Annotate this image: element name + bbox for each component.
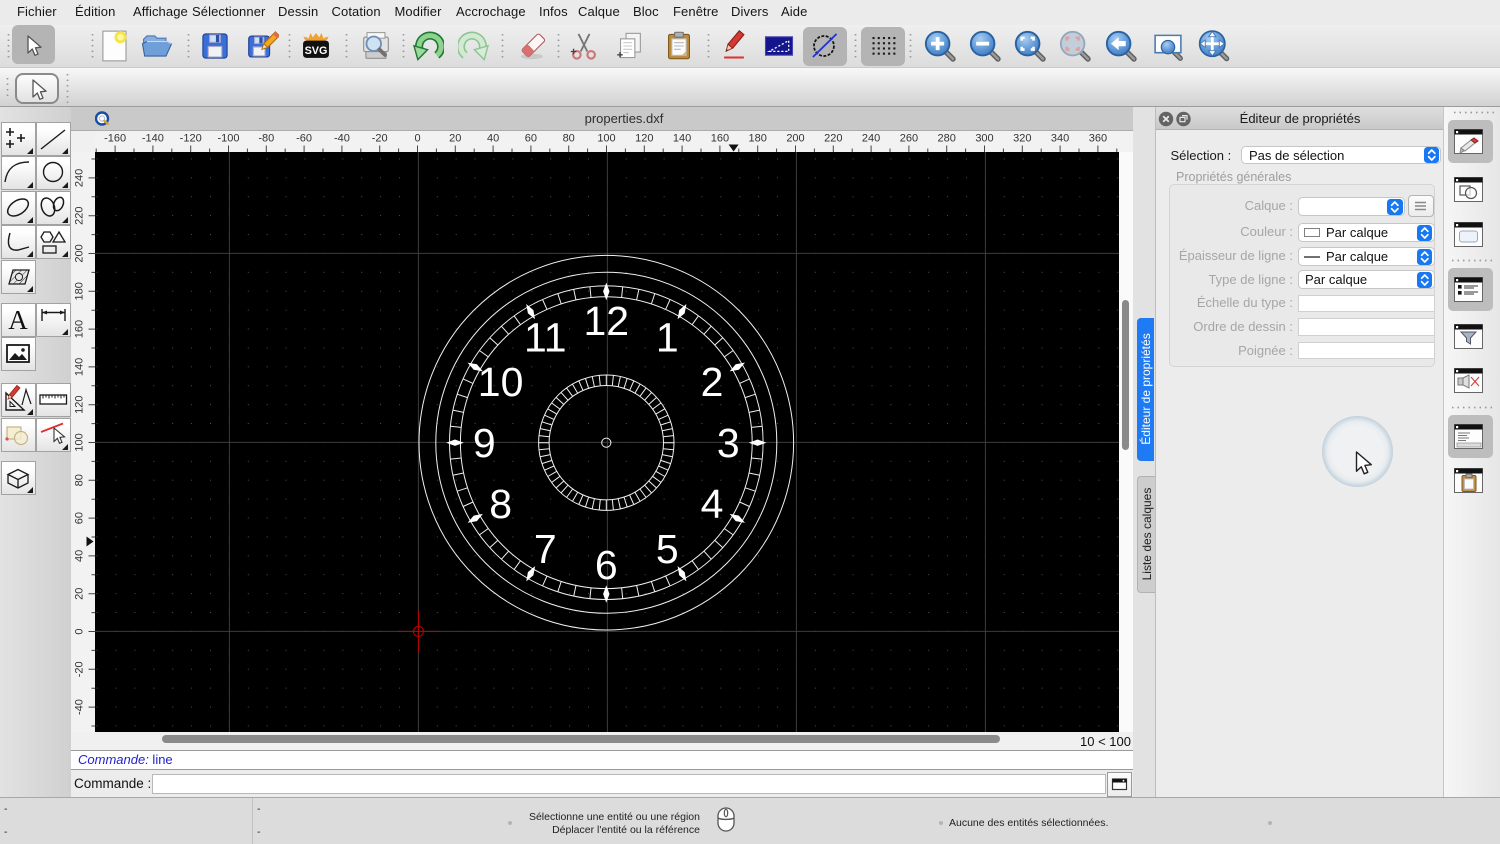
svg-text:180: 180	[73, 282, 85, 300]
svg-text:-100: -100	[217, 133, 239, 145]
svg-text:140: 140	[73, 358, 85, 376]
svg-text:20: 20	[449, 133, 461, 145]
svg-text:60: 60	[73, 512, 85, 524]
svg-text:-40: -40	[334, 133, 350, 145]
svg-text:360: 360	[1089, 133, 1107, 145]
svg-text:160: 160	[73, 320, 85, 338]
svg-text:6: 6	[595, 542, 618, 588]
svg-text:240: 240	[862, 133, 880, 145]
svg-text:120: 120	[73, 396, 85, 414]
svg-text:300: 300	[975, 133, 993, 145]
svg-text:40: 40	[487, 133, 499, 145]
svg-text:11: 11	[524, 315, 567, 361]
svg-text:-40: -40	[73, 699, 85, 715]
svg-text:220: 220	[824, 133, 842, 145]
svg-text:-80: -80	[258, 133, 274, 145]
svg-text:140: 140	[673, 133, 691, 145]
svg-text:SVG: SVG	[305, 45, 328, 57]
svg-text:2: 2	[701, 359, 724, 405]
svg-text:200: 200	[73, 244, 85, 262]
svg-text:0: 0	[414, 133, 420, 145]
svg-text:10: 10	[478, 359, 524, 405]
svg-text:-160: -160	[104, 133, 126, 145]
svg-text:120: 120	[635, 133, 653, 145]
svg-text:-120: -120	[180, 133, 202, 145]
svg-text:40: 40	[73, 550, 85, 562]
svg-text:4: 4	[701, 481, 724, 527]
svg-text:9: 9	[473, 420, 496, 466]
svg-text:7: 7	[534, 526, 557, 572]
svg-text:200: 200	[786, 133, 804, 145]
svg-text:12: 12	[583, 298, 629, 344]
svg-text:220: 220	[73, 207, 85, 225]
svg-text:-140: -140	[142, 133, 164, 145]
svg-text:-20: -20	[372, 133, 388, 145]
svg-text:240: 240	[73, 169, 85, 187]
svg-text:8: 8	[489, 481, 512, 527]
svg-text:100: 100	[73, 433, 85, 451]
svg-text:320: 320	[1013, 133, 1031, 145]
svg-text:1: 1	[656, 315, 679, 361]
svg-text:A: A	[8, 305, 28, 335]
svg-text:3: 3	[717, 420, 740, 466]
svg-text:100: 100	[597, 133, 615, 145]
svg-text:160: 160	[711, 133, 729, 145]
svg-text:340: 340	[1051, 133, 1069, 145]
svg-text:80: 80	[73, 474, 85, 486]
svg-text:280: 280	[938, 133, 956, 145]
svg-text:60: 60	[525, 133, 537, 145]
svg-text:180: 180	[749, 133, 767, 145]
svg-text:80: 80	[563, 133, 575, 145]
svg-text:-20: -20	[73, 661, 85, 677]
svg-text:260: 260	[900, 133, 918, 145]
svg-text:0: 0	[73, 628, 85, 634]
svg-text:20: 20	[73, 588, 85, 600]
svg-text:-60: -60	[296, 133, 312, 145]
svg-text:5: 5	[656, 526, 679, 572]
